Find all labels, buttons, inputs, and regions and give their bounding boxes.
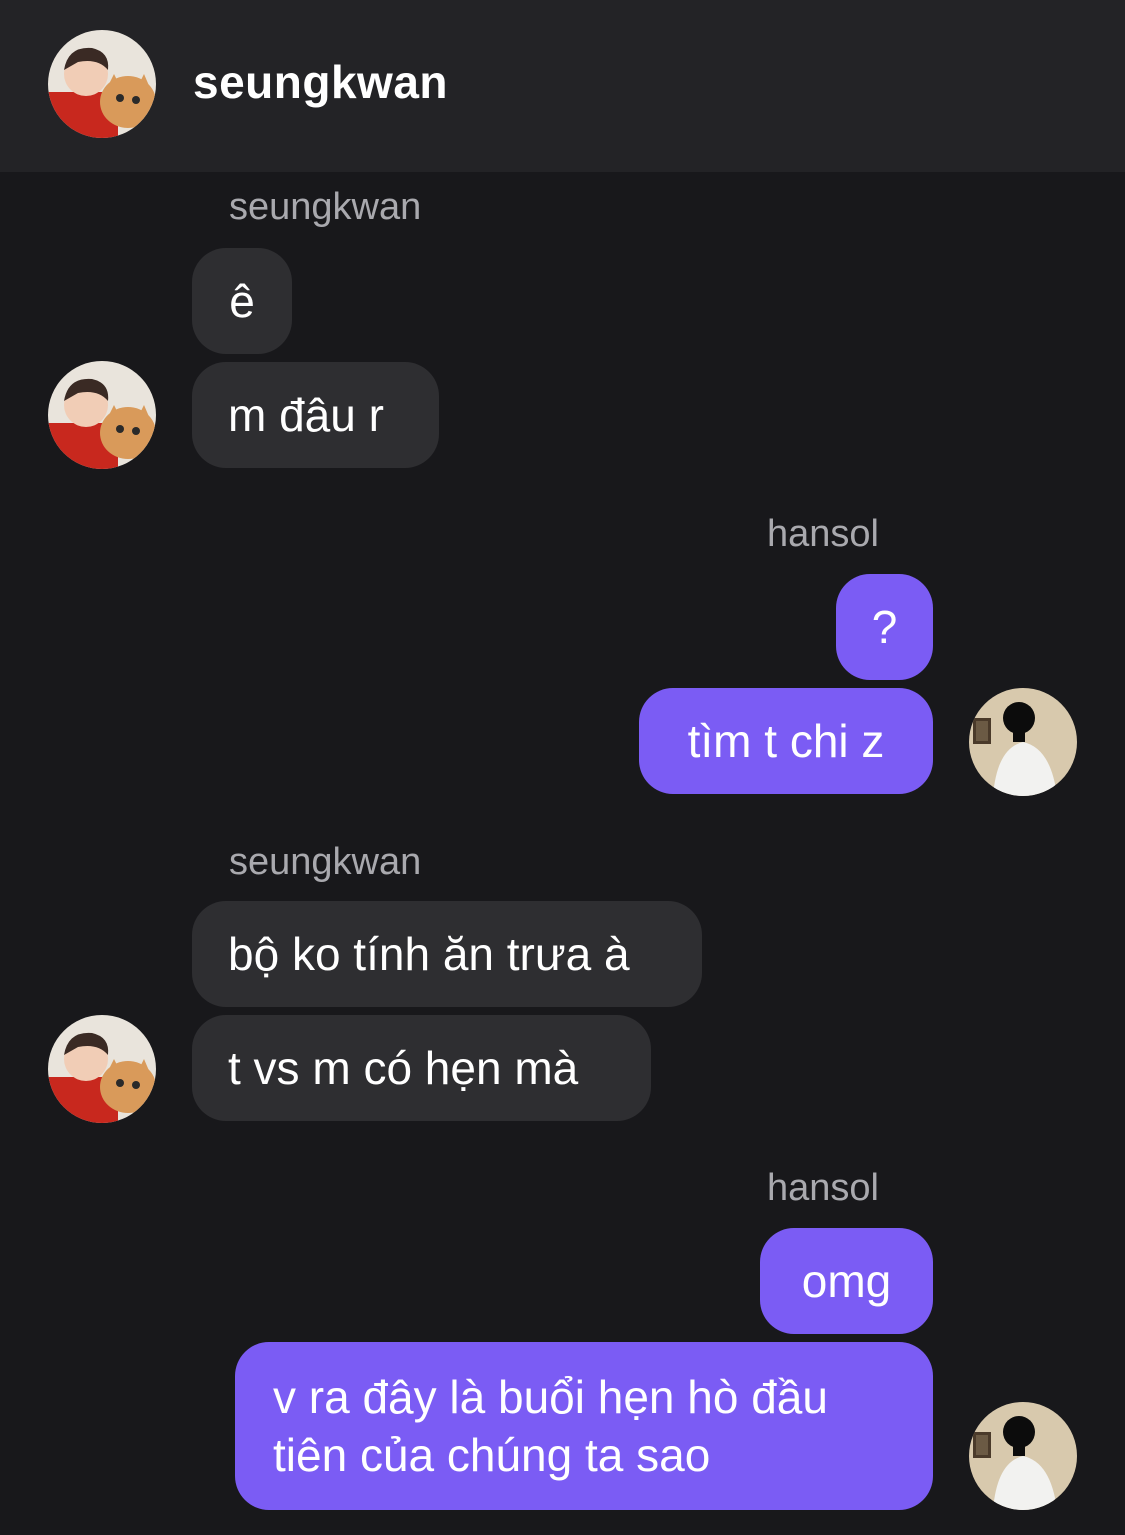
hansol-avatar[interactable] xyxy=(969,1402,1077,1510)
chat-header: seungkwan xyxy=(0,0,1125,172)
seungkwan-avatar[interactable] xyxy=(48,361,156,469)
incoming-message-bubble[interactable]: m đâu r xyxy=(192,362,439,468)
sender-name: seungkwan xyxy=(229,186,422,228)
seungkwan-avatar-image xyxy=(48,361,156,469)
outgoing-message-bubble[interactable]: tìm t chi z xyxy=(639,688,933,794)
contact-avatar[interactable] xyxy=(48,30,156,138)
seungkwan-avatar[interactable] xyxy=(48,1015,156,1123)
sender-name: hansol xyxy=(767,1167,879,1209)
contact-name[interactable]: seungkwan xyxy=(193,55,448,109)
incoming-message-bubble[interactable]: ê xyxy=(192,248,292,354)
incoming-message-bubble[interactable]: t vs m có hẹn mà xyxy=(192,1015,651,1121)
hansol-avatar-image xyxy=(969,1402,1077,1510)
seungkwan-avatar-image xyxy=(48,30,156,138)
sender-name: hansol xyxy=(767,513,879,555)
hansol-avatar[interactable] xyxy=(969,688,1077,796)
hansol-avatar-image xyxy=(969,688,1077,796)
outgoing-message-bubble[interactable]: v ra đây là buổi hẹn hò đầu tiên của chú… xyxy=(235,1342,933,1510)
sender-name: seungkwan xyxy=(229,841,422,883)
seungkwan-avatar-image xyxy=(48,1015,156,1123)
incoming-message-bubble[interactable]: bộ ko tính ăn trưa à xyxy=(192,901,702,1007)
outgoing-message-bubble[interactable]: ? xyxy=(836,574,933,680)
outgoing-message-bubble[interactable]: omg xyxy=(760,1228,933,1334)
